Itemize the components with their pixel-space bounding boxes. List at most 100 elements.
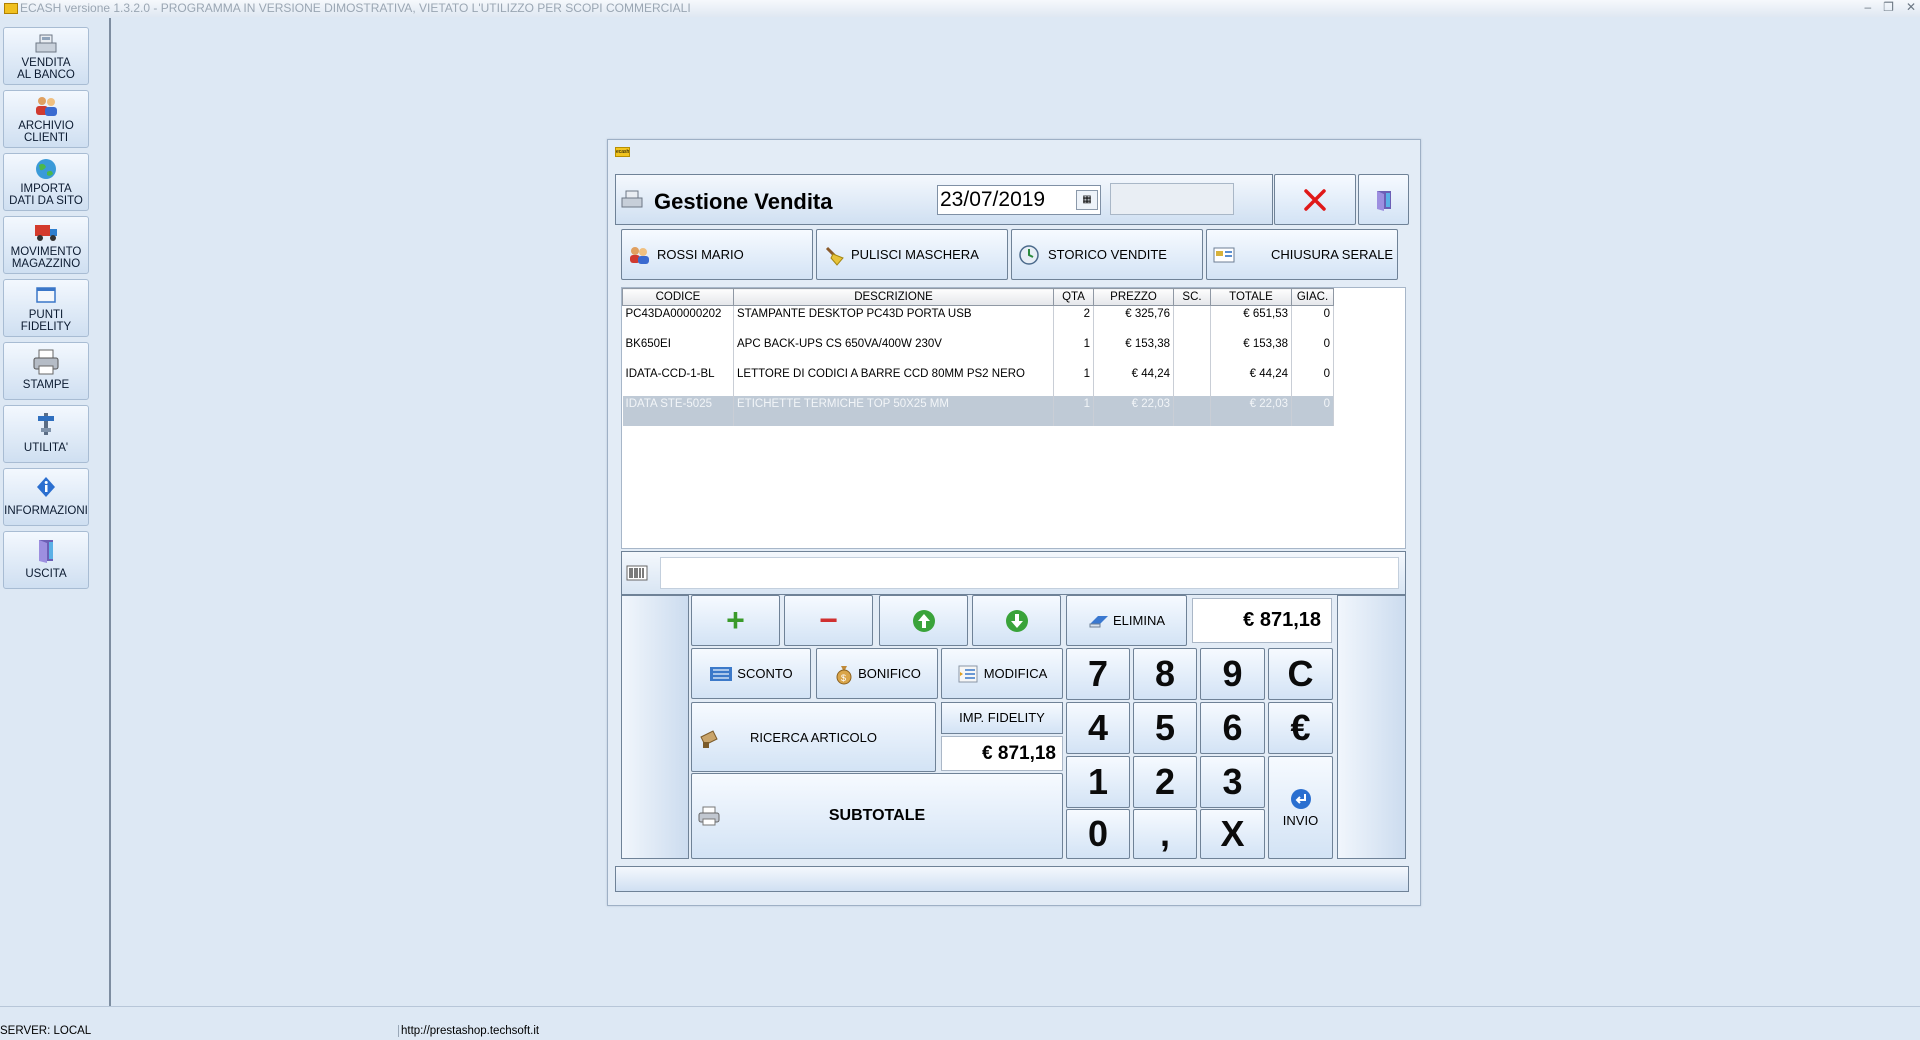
- header-search-field[interactable]: [1110, 183, 1234, 215]
- column-header-totale[interactable]: TOTALE: [1210, 288, 1292, 306]
- plus-button[interactable]: +: [691, 595, 780, 646]
- sidebar-item-label: AL BANCO: [17, 69, 75, 81]
- sidebar-item-vendita[interactable]: VENDITA AL BANCO: [3, 27, 89, 85]
- sidebar-item-importa[interactable]: IMPORTA DATI DA SITO: [3, 153, 89, 211]
- maximize-button[interactable]: ❐: [1883, 0, 1894, 17]
- barcode-icon: [626, 565, 648, 581]
- card-icon: [4, 283, 88, 307]
- table-row[interactable]: PC43DA00000202 STAMPANTE DESKTOP PC43D P…: [622, 305, 1334, 336]
- sidebar-item-label: PUNTI: [28, 309, 64, 321]
- edit-list-icon: [958, 665, 978, 682]
- items-table: CODICE DESCRIZIONE QTA PREZZO SC. TOTALE…: [622, 288, 1334, 426]
- delete-button[interactable]: ELIMINA: [1066, 595, 1187, 646]
- sidebar-item-movimento[interactable]: MOVIMENTO MAGAZZINO: [3, 216, 89, 274]
- cell-total: € 651,53: [1210, 305, 1292, 336]
- column-header-descrizione[interactable]: DESCRIZIONE: [733, 288, 1054, 306]
- bank-transfer-button-label: BONIFICO: [858, 666, 921, 681]
- modify-button-label: MODIFICA: [983, 666, 1048, 681]
- cell-price: € 153,38: [1093, 335, 1174, 366]
- money-bag-icon: $: [836, 665, 852, 684]
- modify-button[interactable]: MODIFICA: [941, 648, 1063, 699]
- bank-transfer-button[interactable]: $ BONIFICO: [816, 648, 938, 699]
- customer-button-label: ROSSI MARIO: [657, 247, 744, 262]
- column-header-qta[interactable]: QTA: [1053, 288, 1094, 306]
- customers-icon: [4, 94, 88, 118]
- minus-button[interactable]: −: [784, 595, 873, 646]
- enter-button[interactable]: INVIO: [1268, 756, 1333, 859]
- sidebar-item-label: UTILITA': [23, 442, 69, 454]
- close-window-button[interactable]: ✕: [1906, 0, 1916, 17]
- end-of-day-button[interactable]: CHIUSURA SERALE: [1206, 229, 1398, 280]
- cancel-button[interactable]: [1274, 174, 1356, 225]
- search-article-button-label: RICERCA ARTICOLO: [750, 729, 877, 745]
- date-value: 23/07/2019: [940, 188, 1046, 211]
- table-row[interactable]: IDATA-CCD-1-BL LETTORE DI CODICI A BARRE…: [622, 365, 1334, 396]
- sidebar-item-label: MAGAZZINO: [11, 258, 81, 270]
- cell-qty: 1: [1053, 395, 1094, 426]
- title-bar: ECASH versione 1.3.2.0 - PROGRAMMA IN VE…: [0, 0, 1920, 17]
- date-field[interactable]: 23/07/2019 ▦: [937, 185, 1101, 215]
- dialog-title: Gestione Vendita: [654, 189, 833, 214]
- dialog-footer-bar: [615, 866, 1409, 892]
- move-down-button[interactable]: [972, 595, 1061, 646]
- discount-button[interactable]: SCONTO: [691, 648, 811, 699]
- sidebar-item-uscita[interactable]: USCITA: [3, 531, 89, 589]
- key-clear[interactable]: C: [1268, 648, 1333, 700]
- table-row[interactable]: BK650EI APC BACK-UPS CS 650VA/400W 230V …: [622, 335, 1334, 366]
- cell-description: ETICHETTE TERMICHE TOP 50X25 MM: [733, 395, 1054, 426]
- column-header-codice[interactable]: CODICE: [622, 288, 734, 306]
- key-euro[interactable]: €: [1268, 702, 1333, 754]
- customer-button[interactable]: ROSSI MARIO: [621, 229, 813, 280]
- minimize-button[interactable]: –: [1864, 0, 1871, 17]
- exit-button[interactable]: [1358, 174, 1409, 225]
- globe-icon: [4, 157, 88, 181]
- sidebar-item-informazioni[interactable]: INFORMAZIONI: [3, 468, 89, 526]
- key-3[interactable]: 3: [1200, 756, 1265, 808]
- key-0[interactable]: 0: [1066, 809, 1130, 859]
- sidebar-item-punti-fidelity[interactable]: PUNTI FIDELITY: [3, 279, 89, 337]
- key-9[interactable]: 9: [1200, 648, 1265, 700]
- clear-form-button[interactable]: PULISCI MASCHERA: [816, 229, 1008, 280]
- app-logo-icon: [4, 3, 18, 14]
- key-4[interactable]: 4: [1066, 702, 1130, 754]
- move-up-button[interactable]: [879, 595, 968, 646]
- total-display: € 871,18: [1192, 598, 1332, 643]
- window-title: ECASH versione 1.3.2.0 - PROGRAMMA IN VE…: [20, 1, 691, 15]
- sidebar-item-label: INFORMAZIONI: [4, 505, 88, 517]
- sidebar-item-archivio-clienti[interactable]: ARCHIVIO CLIENTI: [3, 90, 89, 148]
- column-header-sconto[interactable]: SC.: [1173, 288, 1211, 306]
- key-5[interactable]: 5: [1133, 702, 1197, 754]
- key-1[interactable]: 1: [1066, 756, 1130, 808]
- sidebar-item-label: MOVIMENTO: [10, 246, 82, 258]
- key-8[interactable]: 8: [1133, 648, 1197, 700]
- dialog-logo-icon: ecash: [615, 147, 630, 157]
- register-icon: [4, 31, 88, 55]
- barcode-bar: [621, 551, 1406, 595]
- column-header-giacenza[interactable]: GIAC.: [1291, 288, 1334, 306]
- calendar-icon[interactable]: ▦: [1076, 190, 1098, 210]
- eraser-icon: [1089, 615, 1108, 627]
- sidebar-item-label: ARCHIVIO: [18, 120, 74, 132]
- sales-history-button-label: STORICO VENDITE: [1048, 247, 1167, 262]
- subtotal-button[interactable]: SUBTOTALE: [691, 773, 1063, 859]
- key-comma[interactable]: ,: [1133, 809, 1197, 859]
- cell-discount: [1173, 365, 1211, 396]
- key-2[interactable]: 2: [1133, 756, 1197, 808]
- status-url[interactable]: http://prestashop.techsoft.it: [398, 1025, 539, 1037]
- key-multiply[interactable]: X: [1200, 809, 1265, 859]
- key-6[interactable]: 6: [1200, 702, 1265, 754]
- arrow-up-icon: [912, 609, 935, 632]
- sidebar-item-label: USCITA: [25, 568, 67, 580]
- search-article-button[interactable]: RICERCA ARTICOLO: [691, 702, 936, 772]
- sidebar-item-stampe[interactable]: STAMPE: [3, 342, 89, 400]
- column-header-prezzo[interactable]: PREZZO: [1093, 288, 1174, 306]
- barcode-input[interactable]: [660, 557, 1399, 589]
- key-7[interactable]: 7: [1066, 648, 1130, 700]
- sidebar-item-utilita[interactable]: UTILITA': [3, 405, 89, 463]
- items-grid[interactable]: CODICE DESCRIZIONE QTA PREZZO SC. TOTALE…: [621, 287, 1406, 549]
- sales-history-button[interactable]: STORICO VENDITE: [1011, 229, 1203, 280]
- scanner-icon: [700, 730, 718, 748]
- minus-icon: −: [819, 602, 838, 638]
- exit-door-icon: [1376, 190, 1391, 211]
- table-row-selected[interactable]: IDATA STE-5025 ETICHETTE TERMICHE TOP 50…: [622, 395, 1334, 426]
